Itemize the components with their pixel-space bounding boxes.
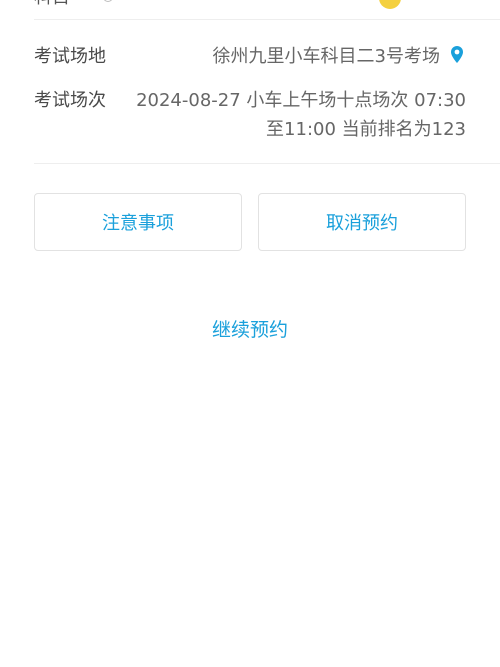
exam-session-row: 考试场次 2024-08-27 小车上午场十点场次 07:30 至11:00 当… <box>34 86 466 146</box>
top-partial-label: 科目 <box>34 0 70 8</box>
top-cutoff-row: 科目 <box>0 0 500 20</box>
continue-booking-link[interactable]: 继续预约 <box>0 313 500 343</box>
status-dot-icon <box>379 0 401 9</box>
exam-session-label: 考试场次 <box>34 90 106 111</box>
exam-session-value-line1: 2024-08-27 小车上午场十点场次 07:30 <box>136 90 466 111</box>
info-icon <box>103 0 113 2</box>
divider <box>34 163 500 164</box>
exam-location-value-wrap[interactable]: 徐州九里小车科目二3号考场 <box>213 42 466 68</box>
location-pin-icon[interactable] <box>448 45 466 65</box>
exam-location-row: 考试场地 徐州九里小车科目二3号考场 <box>34 40 466 70</box>
cancel-booking-button[interactable]: 取消预约 <box>258 193 466 251</box>
notice-button[interactable]: 注意事项 <box>34 193 242 251</box>
exam-session-value: 2024-08-27 小车上午场十点场次 07:30 至11:00 当前排名为1… <box>114 86 466 146</box>
divider <box>34 19 500 20</box>
exam-session-value-line2: 至11:00 当前排名为123 <box>266 119 466 140</box>
exam-location-label: 考试场地 <box>34 46 106 67</box>
exam-location-value: 徐州九里小车科目二3号考场 <box>212 46 440 67</box>
